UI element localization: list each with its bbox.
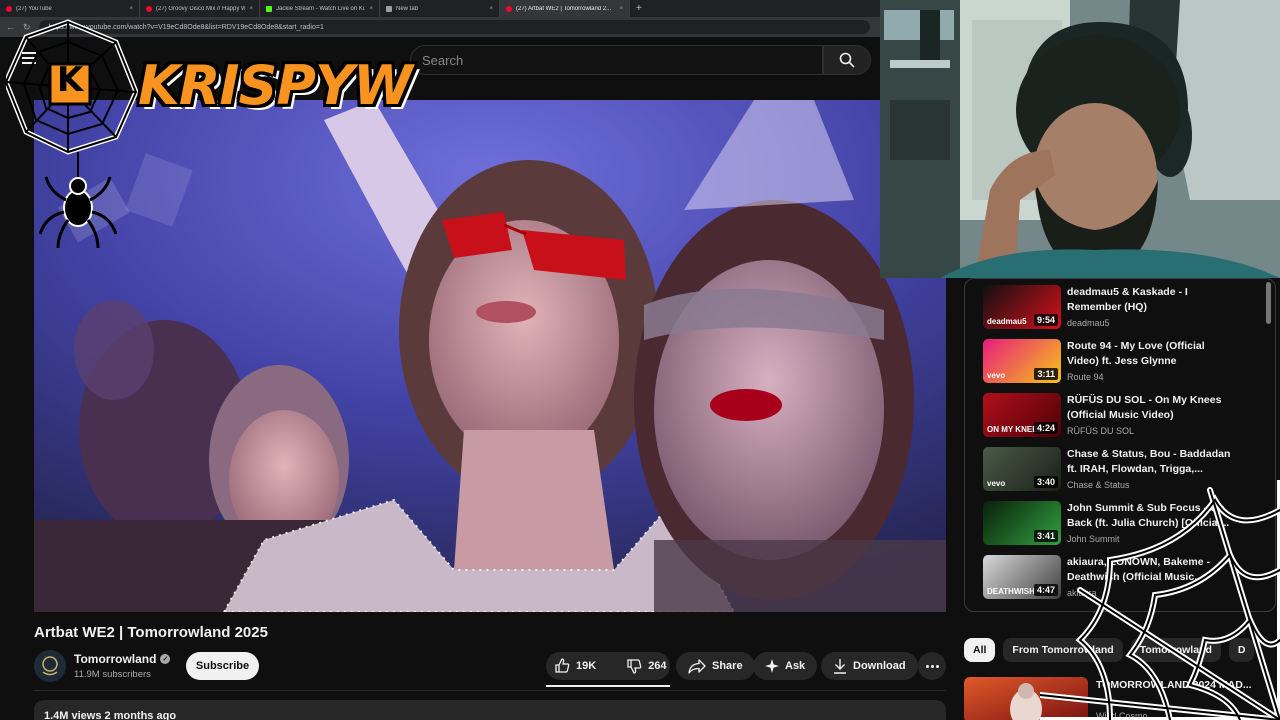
like-button[interactable]: 19K: [546, 652, 606, 680]
close-tab-icon[interactable]: ×: [249, 6, 253, 12]
playlist-item[interactable]: ON MY KNEES 4:24 RÜFÜS DU SOL - On My Knee…: [983, 393, 1261, 439]
spider-web-icon: [1037, 477, 1280, 720]
browser-tab-label: Jackie Stream - Watch Live on Ki...: [276, 5, 366, 12]
spider-web-overlay: [1037, 477, 1280, 720]
browser-tab-label: (27) Groovy Disco Mix // Happy W...: [156, 5, 246, 12]
thumbnail-text: vevo: [987, 371, 1006, 380]
like-dislike-group: 19K 264: [546, 652, 670, 680]
search-icon: [839, 52, 855, 68]
dislike-count: 264: [648, 660, 667, 672]
browser-tab-label: (27) Artbat WE2 | Tomorrowland 2...: [516, 5, 612, 12]
playlist-thumbnail[interactable]: deadmau5 9:54: [983, 285, 1061, 329]
thumbs-up-icon: [555, 658, 570, 673]
close-tab-icon[interactable]: ×: [489, 6, 493, 12]
playlist-thumbnail[interactable]: vevo 3:11: [983, 339, 1061, 383]
channel-avatar[interactable]: [34, 650, 66, 682]
subscriber-count: 11.9M subscribers: [74, 669, 151, 680]
screen: (27) YouTube × (27) Groovy Disco Mix // Ha…: [0, 0, 1280, 720]
thumbs-down-icon: [627, 659, 642, 674]
close-tab-icon[interactable]: ×: [129, 6, 133, 12]
webcam-overlay: [880, 0, 1280, 278]
playlist-item-title[interactable]: Chase & Status, Bou - Baddadan ft. IRAH,…: [1067, 447, 1237, 477]
download-label: Download: [853, 660, 906, 672]
video-duration: 4:24: [1033, 422, 1058, 434]
view-stats: 1.4M views 2 months ago: [44, 710, 177, 720]
share-icon: [688, 659, 706, 674]
kick-favicon-icon: [266, 5, 272, 12]
browser-tab[interactable]: New tab ×: [380, 0, 500, 17]
new-tab-button[interactable]: +: [630, 3, 648, 14]
like-ratio-bar: [546, 685, 670, 687]
brand-initial: K: [56, 60, 84, 100]
playlist-item-channel: Route 94: [1067, 372, 1104, 382]
thumbnail-text: deadmau5: [987, 317, 1027, 326]
search-input[interactable]: Search: [410, 45, 823, 75]
webcam-feed: [880, 0, 1280, 278]
browser-tab-label: (27) YouTube: [16, 5, 52, 12]
channel-name[interactable]: Tomorrowland ✓: [74, 652, 171, 666]
download-button[interactable]: Download: [821, 652, 918, 680]
video-title: Artbat WE2 | Tomorrowland 2025: [34, 624, 268, 641]
playlist-item[interactable]: deadmau5 9:54 deadmau5 & Kaskade - I Remem…: [983, 285, 1261, 331]
search-button[interactable]: [823, 45, 871, 75]
share-button[interactable]: Share: [676, 652, 755, 680]
ask-button[interactable]: Ask: [753, 652, 818, 680]
filter-chip[interactable]: All: [964, 638, 996, 662]
close-tab-icon[interactable]: ×: [619, 6, 623, 12]
video-duration: 3:11: [1034, 368, 1058, 380]
like-count: 19K: [576, 660, 597, 672]
youtube-favicon-icon: [146, 5, 152, 12]
playlist-item[interactable]: vevo 3:11 Route 94 - My Love (Official Vid…: [983, 339, 1261, 385]
spider-web-logo: [3, 19, 139, 249]
ask-label: Ask: [785, 660, 806, 672]
playlist-item-title[interactable]: RÜFÜS DU SOL - On My Knees (Official Mus…: [1067, 393, 1237, 423]
info-divider: [34, 690, 946, 691]
video-duration: 9:54: [1033, 314, 1058, 326]
playlist-item-title[interactable]: Route 94 - My Love (Official Video) ft. …: [1067, 339, 1237, 369]
brand-name: KRISPYW: [138, 54, 413, 117]
close-tab-icon[interactable]: ×: [369, 6, 373, 12]
description-box[interactable]: 1.4M views 2 months ago: [34, 700, 946, 720]
playlist-item-title[interactable]: deadmau5 & Kaskade - I Remember (HQ): [1067, 285, 1237, 315]
playlist-item-channel: deadmau5: [1067, 318, 1110, 328]
dislike-button[interactable]: 264: [618, 652, 676, 680]
tomorrowland-logo-icon: [34, 650, 66, 682]
playlist-thumbnail[interactable]: ON MY KNEES 4:24: [983, 393, 1061, 437]
blank-favicon-icon: [386, 5, 392, 12]
playlist-item-channel: RÜFÜS DU SOL: [1067, 426, 1135, 436]
sparkle-icon: [765, 659, 779, 673]
subscribe-button[interactable]: Subscribe: [186, 652, 259, 680]
download-icon: [834, 659, 846, 674]
youtube-favicon-icon: [506, 5, 512, 12]
browser-tab-label: New tab: [396, 5, 419, 12]
channel-name-text[interactable]: Tomorrowland: [74, 652, 156, 666]
more-actions-button[interactable]: [918, 652, 946, 680]
thumbnail-text: DEATHWISH: [987, 587, 1035, 596]
verified-badge-icon: ✓: [160, 654, 171, 664]
browser-tab[interactable]: (27) Artbat WE2 | Tomorrowland 2... ×: [500, 0, 630, 17]
streamer-logo-overlay: KRISPYW K: [3, 12, 413, 252]
thumbnail-text: vevo: [987, 479, 1006, 488]
youtube-favicon-icon: [6, 5, 12, 12]
playlist-scrollbar[interactable]: [1266, 282, 1271, 324]
share-label: Share: [712, 660, 743, 672]
